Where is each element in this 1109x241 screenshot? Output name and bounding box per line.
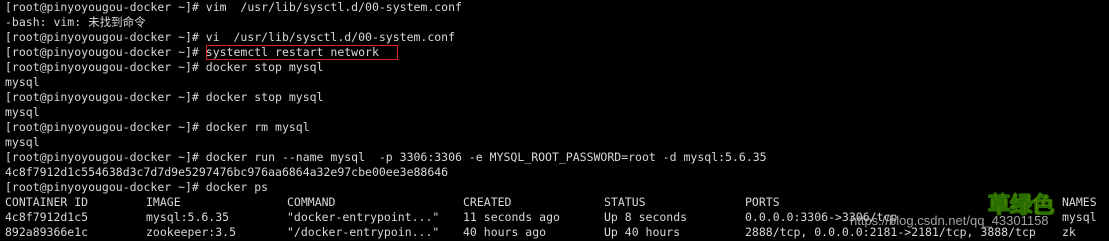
table-row-created: 11 seconds ago [463, 210, 560, 224]
table-row-command: "/docker-entrypoin..." [287, 225, 440, 239]
terminal-output: mysql [5, 105, 40, 119]
terminal-output: mysql [5, 135, 40, 149]
terminal-line: -bash: vim: 未找到命令 [5, 15, 146, 29]
table-row-status: Up 40 hours [604, 225, 681, 239]
container-id-output: 4c8f7912d1c554638d3c7d7d9e5297476bc976aa… [5, 165, 449, 179]
table-header-status: STATUS [604, 195, 646, 209]
table-row-container-id: 4c8f7912d1c5 [5, 210, 89, 224]
table-row-names: zk [1062, 225, 1076, 239]
table-row-names: mysql [1062, 210, 1097, 224]
table-header-ports: PORTS [745, 195, 780, 209]
terminal-line: [root@pinyoyougou-docker ~]# docker stop… [5, 90, 324, 104]
terminal-line: [root@pinyoyougou-docker ~]# docker rm m… [5, 120, 310, 134]
table-header-command: COMMAND [287, 195, 336, 209]
table-header-image: IMAGE [146, 195, 181, 209]
watermark-badge: 草绿色 [988, 193, 1055, 219]
terminal-line: [root@pinyoyougou-docker ~]# docker ps [5, 180, 269, 194]
table-row-status: Up 8 seconds [604, 210, 688, 224]
table-row-created: 40 hours ago [463, 225, 547, 239]
terminal-line: [root@pinyoyougou-docker ~]# vi /usr/lib… [5, 30, 456, 44]
terminal-line: [root@pinyoyougou-docker ~]# docker stop… [5, 60, 324, 74]
table-row-image: mysql:5.6.35 [146, 210, 230, 224]
table-row-command: "docker-entrypoint..." [287, 210, 440, 224]
table-header-created: CREATED [463, 195, 512, 209]
table-row-container-id: 892a89366e1c [5, 225, 89, 239]
terminal-line: [root@pinyoyougou-docker ~]# vim /usr/li… [5, 0, 462, 14]
table-header-container-id: CONTAINER ID [5, 195, 89, 209]
highlight-box [206, 45, 398, 60]
terminal-output: mysql [5, 75, 40, 89]
terminal-window[interactable]: [root@pinyoyougou-docker ~]# vim /usr/li… [0, 0, 1109, 241]
table-row-image: zookeeper:3.5 [146, 225, 237, 239]
terminal-line: [root@pinyoyougou-docker ~]# docker run … [5, 150, 767, 164]
table-header-names: NAMES [1062, 195, 1097, 209]
